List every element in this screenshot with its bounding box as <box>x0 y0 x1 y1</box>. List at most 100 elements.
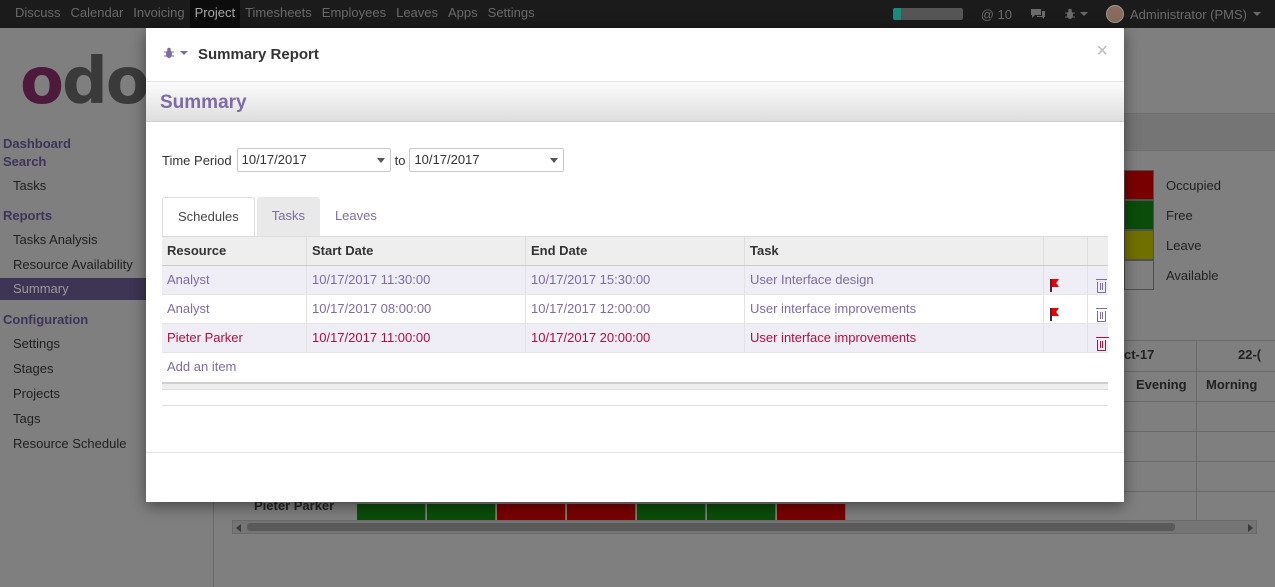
grid-morning-header: Morning <box>1206 377 1258 392</box>
trash-icon[interactable] <box>1096 308 1107 322</box>
cell-end-date: 10/17/2017 12:00:00 <box>526 295 745 323</box>
tab-tasks[interactable]: Tasks <box>256 197 320 237</box>
column-header-start-date[interactable]: Start Date <box>307 237 526 265</box>
time-period-row: Time Period 10/17/2017 to 10/17/2017 <box>162 148 565 172</box>
sidebar-section-reports[interactable]: Reports <box>3 208 52 223</box>
chevron-down-icon <box>1079 12 1088 16</box>
grid-date-header: 22-( <box>1238 347 1262 362</box>
cell-start-date: 10/17/2017 08:00:00 <box>307 295 526 323</box>
scrollbar-thumb[interactable] <box>247 523 1175 531</box>
to-date-select[interactable]: 10/17/2017 <box>409 148 565 172</box>
sidebar-item-tags[interactable]: Tags <box>13 411 40 426</box>
chevron-down-icon <box>1253 12 1261 16</box>
table-row[interactable]: Analyst 10/17/2017 11:30:00 10/17/2017 1… <box>162 266 1108 295</box>
debug-menu[interactable] <box>1064 8 1088 20</box>
add-item-link[interactable]: Add an item <box>162 353 1108 382</box>
legend-occupied: Occupied <box>1124 170 1275 200</box>
menu-settings[interactable]: Settings <box>483 0 540 28</box>
summary-report-dialog: Summary Report × Summary Time Period 10/… <box>146 28 1124 502</box>
sidebar-item-projects[interactable]: Projects <box>13 386 60 401</box>
top-navbar: Discuss Calendar Invoicing Project Times… <box>0 0 1275 28</box>
cell-task: User interface improvements <box>745 295 1044 323</box>
menu-project[interactable]: Project <box>189 0 241 28</box>
cell-resource: Analyst <box>162 295 307 323</box>
debug-menu[interactable] <box>163 47 188 59</box>
sidebar-section-search[interactable]: Search <box>3 154 46 169</box>
cell-resource: Analyst <box>162 266 307 294</box>
chevron-down-icon <box>550 158 559 163</box>
sidebar-item-tasks-analysis[interactable]: Tasks Analysis <box>13 232 98 247</box>
sidebar-item-resource-availability[interactable]: Resource Availability <box>13 257 133 272</box>
menu-calendar[interactable]: Calendar <box>66 0 129 28</box>
chat-icon[interactable] <box>1030 8 1046 20</box>
menu-discuss[interactable]: Discuss <box>10 0 66 28</box>
schedules-table: Resource Start Date End Date Task Analys… <box>162 236 1108 406</box>
sidebar-item-settings[interactable]: Settings <box>13 336 60 351</box>
sidebar-item-stages[interactable]: Stages <box>13 361 53 376</box>
table-row[interactable]: Analyst 10/17/2017 08:00:00 10/17/2017 1… <box>162 295 1108 324</box>
odoo-logo: odo <box>20 45 150 119</box>
dialog-title: Summary Report <box>198 46 319 63</box>
availability-legend: Occupied Free Leave Available <box>1124 170 1275 290</box>
sidebar-item-resource-schedule[interactable]: Resource Schedule <box>13 436 126 451</box>
legend-swatch <box>1124 260 1154 290</box>
legend-swatch <box>1124 170 1154 200</box>
menu-leaves[interactable]: Leaves <box>391 0 443 28</box>
cell-start-date: 10/17/2017 11:30:00 <box>307 266 526 294</box>
cell-end-date: 10/17/2017 20:00:00 <box>526 324 745 352</box>
trash-icon[interactable] <box>1096 337 1107 351</box>
sidebar-section-configuration[interactable]: Configuration <box>3 312 88 327</box>
loading-progress-bar <box>892 8 963 20</box>
bug-icon <box>1064 8 1075 19</box>
grid-evening-header: Evening <box>1136 377 1187 392</box>
form-sheet-header: Summary <box>146 82 1124 122</box>
flag-icon <box>1050 279 1062 292</box>
scroll-right-icon[interactable] <box>1248 524 1253 532</box>
cell-end-date: 10/17/2017 15:30:00 <box>526 266 745 294</box>
cell-start-date: 10/17/2017 11:00:00 <box>307 324 526 352</box>
dialog-footer <box>146 452 1124 502</box>
close-icon[interactable]: × <box>1096 40 1108 63</box>
menu-timesheets[interactable]: Timesheets <box>240 0 317 28</box>
app-menu: Discuss Calendar Invoicing Project Times… <box>10 0 540 28</box>
messages-counter[interactable]: @ 10 <box>981 7 1012 22</box>
legend-available: Available <box>1124 260 1275 290</box>
menu-employees[interactable]: Employees <box>317 0 391 28</box>
report-tabs: Schedules Tasks Leaves <box>162 197 392 237</box>
table-header: Resource Start Date End Date Task <box>162 236 1108 266</box>
bug-icon <box>164 47 174 58</box>
menu-apps[interactable]: Apps <box>443 0 483 28</box>
menu-invoicing[interactable]: Invoicing <box>128 0 189 28</box>
column-header-resource[interactable]: Resource <box>162 237 307 265</box>
legend-leave: Leave <box>1124 230 1275 260</box>
user-menu[interactable]: Administrator (PMS) <box>1105 5 1261 23</box>
sidebar-item-tasks[interactable]: Tasks <box>13 178 46 193</box>
column-header-end-date[interactable]: End Date <box>526 237 745 265</box>
legend-swatch <box>1124 200 1154 230</box>
progress-fill <box>892 8 902 20</box>
time-period-label: Time Period <box>162 152 232 168</box>
tab-leaves[interactable]: Leaves <box>320 197 392 237</box>
horizontal-scrollbar[interactable] <box>232 520 1257 534</box>
from-date-select[interactable]: 10/17/2017 <box>236 148 391 172</box>
chevron-down-icon <box>180 51 188 55</box>
cell-resource: Pieter Parker <box>162 324 307 352</box>
table-row[interactable]: Pieter Parker 10/17/2017 11:00:00 10/17/… <box>162 324 1108 353</box>
dialog-header: Summary Report × <box>146 28 1124 82</box>
flag-icon <box>1050 308 1062 321</box>
trash-icon[interactable] <box>1096 279 1107 293</box>
column-header-task[interactable]: Task <box>745 237 1044 265</box>
avatar <box>1105 5 1124 23</box>
sheet-title: Summary <box>160 92 247 113</box>
scroll-left-icon[interactable] <box>236 524 241 532</box>
sidebar-section-dashboard[interactable]: Dashboard <box>3 136 71 151</box>
legend-swatch <box>1124 230 1154 260</box>
legend-free: Free <box>1124 200 1275 230</box>
chevron-down-icon <box>376 158 385 163</box>
tab-schedules[interactable]: Schedules <box>162 197 255 237</box>
to-label: to <box>394 152 406 168</box>
cell-task: User Interface design <box>745 266 1044 294</box>
user-name: Administrator (PMS) <box>1129 6 1247 22</box>
grid-date-header: ct-17 <box>1124 347 1155 362</box>
table-footer <box>162 382 1108 390</box>
